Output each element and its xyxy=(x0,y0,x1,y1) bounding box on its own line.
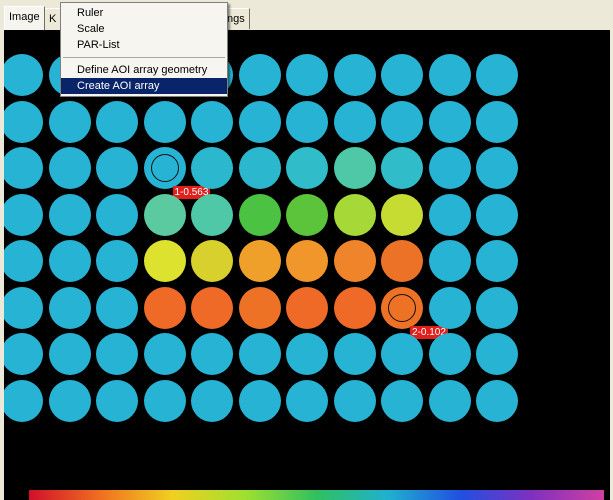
well-r1-c7[interactable] xyxy=(286,54,328,96)
well-r8-c4[interactable] xyxy=(143,379,186,422)
aoi-circle[interactable] xyxy=(388,293,416,322)
tab-k[interactable]: K xyxy=(44,8,62,29)
well-r7-c11[interactable] xyxy=(476,333,518,375)
well-r2-c8[interactable] xyxy=(333,100,376,143)
well-r7-c4[interactable] xyxy=(143,333,186,375)
well-r7-c9[interactable] xyxy=(381,333,423,375)
well-r5-c1[interactable] xyxy=(4,240,43,282)
well-r4-c6[interactable] xyxy=(238,193,281,236)
well-r8-c2[interactable] xyxy=(48,379,91,422)
well-r2-c7[interactable] xyxy=(286,100,328,143)
menu-item-par-list[interactable]: PAR-List xyxy=(61,37,227,53)
well-r4-c5[interactable] xyxy=(191,193,233,236)
aoi-circle[interactable] xyxy=(150,154,179,182)
well-r8-c3[interactable] xyxy=(96,379,138,422)
well-r6-c1[interactable] xyxy=(4,286,43,329)
well-r5-c9[interactable] xyxy=(381,240,423,282)
well-r1-c10[interactable] xyxy=(428,54,471,96)
well-r4-c10[interactable] xyxy=(428,193,471,236)
well-r4-c11[interactable] xyxy=(476,193,518,236)
well-r8-c5[interactable] xyxy=(191,379,233,422)
well-r8-c1[interactable] xyxy=(4,379,43,422)
well-r4-c3[interactable] xyxy=(96,193,138,236)
well-r5-c5[interactable] xyxy=(191,240,233,282)
well-r6-c4[interactable] xyxy=(143,286,186,329)
well-r7-c7[interactable] xyxy=(286,333,328,375)
well-r5-c4[interactable] xyxy=(143,240,186,282)
menu-item-scale[interactable]: Scale xyxy=(61,21,227,37)
well-r3-c6[interactable] xyxy=(238,147,281,189)
well-r8-c9[interactable] xyxy=(381,379,423,422)
well-r5-c8[interactable] xyxy=(333,240,376,282)
well-r2-c4[interactable] xyxy=(143,100,186,143)
well-r7-c5[interactable] xyxy=(191,333,233,375)
well-r3-c2[interactable] xyxy=(48,147,91,189)
well-r8-c10[interactable] xyxy=(428,379,471,422)
well-r6-c7[interactable] xyxy=(286,286,328,329)
well-r2-c11[interactable] xyxy=(476,100,518,143)
well-r3-c1[interactable] xyxy=(4,147,43,189)
well-r1-c9[interactable] xyxy=(381,54,423,96)
well-r7-c2[interactable] xyxy=(48,333,91,375)
well-r3-c3[interactable] xyxy=(96,147,138,189)
well-r5-c10[interactable] xyxy=(428,240,471,282)
context-menu: Ruler Scale PAR-List Define AOI array ge… xyxy=(60,2,228,97)
well-r7-c8[interactable] xyxy=(333,333,376,375)
well-r7-c6[interactable] xyxy=(238,333,281,375)
well-r1-c1[interactable] xyxy=(4,54,43,96)
well-r6-c2[interactable] xyxy=(48,286,91,329)
well-r2-c10[interactable] xyxy=(428,100,471,143)
tab-image[interactable]: Image xyxy=(4,6,45,30)
well-r8-c7[interactable] xyxy=(286,379,328,422)
well-r4-c7[interactable] xyxy=(286,193,328,236)
well-r5-c7[interactable] xyxy=(286,240,328,282)
menu-item-ruler[interactable]: Ruler xyxy=(61,5,227,21)
well-r4-c2[interactable] xyxy=(48,193,91,236)
well-r3-c10[interactable] xyxy=(428,147,471,189)
well-r1-c8[interactable] xyxy=(333,54,376,96)
well-r5-c2[interactable] xyxy=(48,240,91,282)
well-r6-c10[interactable] xyxy=(428,286,471,329)
well-r4-c9[interactable] xyxy=(381,193,423,236)
well-r6-c6[interactable] xyxy=(238,286,281,329)
well-r8-c11[interactable] xyxy=(476,379,518,422)
well-r2-c1[interactable] xyxy=(4,100,43,143)
well-r1-c11[interactable] xyxy=(476,54,518,96)
menu-item-create-aoi-array[interactable]: Create AOI array xyxy=(61,78,227,94)
well-r7-c3[interactable] xyxy=(96,333,138,375)
image-viewer[interactable]: 1-0.563 2-0.102 xyxy=(4,30,610,500)
well-r2-c9[interactable] xyxy=(381,100,423,143)
well-r3-c7[interactable] xyxy=(286,147,328,189)
well-r4-c8[interactable] xyxy=(333,193,376,236)
well-r8-c6[interactable] xyxy=(238,379,281,422)
color-scale-bar xyxy=(29,490,604,500)
well-r3-c9[interactable] xyxy=(381,147,423,189)
well-r3-c5[interactable] xyxy=(191,147,233,189)
well-r2-c6[interactable] xyxy=(238,100,281,143)
well-r2-c2[interactable] xyxy=(48,100,91,143)
well-r5-c11[interactable] xyxy=(476,240,518,282)
menu-item-define-aoi-geometry[interactable]: Define AOI array geometry xyxy=(61,62,227,78)
well-r3-c8[interactable] xyxy=(333,147,376,189)
well-r7-c1[interactable] xyxy=(4,333,43,375)
well-r1-c6[interactable] xyxy=(238,54,281,96)
well-r4-c1[interactable] xyxy=(4,193,43,236)
well-r6-c3[interactable] xyxy=(96,286,138,329)
well-r4-c4[interactable] xyxy=(143,193,186,236)
well-r5-c3[interactable] xyxy=(96,240,138,282)
well-r2-c3[interactable] xyxy=(96,100,138,143)
menu-separator xyxy=(63,57,225,58)
well-r7-c10[interactable] xyxy=(428,333,471,375)
well-r6-c11[interactable] xyxy=(476,286,518,329)
well-r6-c5[interactable] xyxy=(191,286,233,329)
well-r2-c5[interactable] xyxy=(191,100,233,143)
well-r3-c11[interactable] xyxy=(476,147,518,189)
well-r5-c6[interactable] xyxy=(238,240,281,282)
well-r8-c8[interactable] xyxy=(333,379,376,422)
well-r6-c8[interactable] xyxy=(333,286,376,329)
